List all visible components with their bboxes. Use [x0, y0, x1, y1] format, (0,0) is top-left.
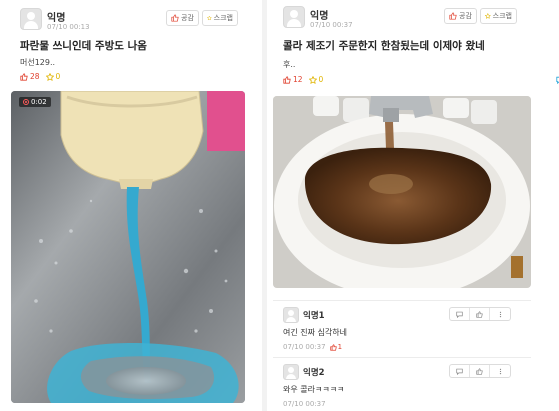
- scrap-button-label: 스크랩: [213, 14, 233, 22]
- comment-separator: [273, 357, 531, 358]
- post-body: 머선129..: [20, 58, 56, 67]
- scrap-count: 0: [45, 72, 60, 81]
- thumbs-up-icon: [171, 14, 179, 22]
- comment-separator: [273, 300, 531, 301]
- comment-text: 여긴 진짜 심각하네: [283, 328, 347, 337]
- post-author[interactable]: 익명: [47, 9, 65, 24]
- star-icon: [308, 75, 317, 84]
- scrap-button[interactable]: 스크랩: [480, 8, 517, 24]
- comment-like-button[interactable]: [470, 308, 490, 320]
- comment-author[interactable]: 익명1: [303, 309, 325, 321]
- thumbs-up-icon: [476, 310, 483, 318]
- thumbs-up-icon: [283, 75, 291, 84]
- more-icon: [499, 368, 501, 374]
- thumbs-up-icon: [449, 12, 457, 20]
- star-icon: [485, 13, 491, 19]
- comment-icon: [456, 311, 463, 318]
- like-count: 28: [20, 72, 40, 81]
- comment-actions: [449, 307, 511, 321]
- thumbs-up-icon: [329, 343, 337, 351]
- comment-actions: [449, 364, 511, 378]
- comment-more-button[interactable]: [490, 308, 510, 320]
- author-avatar[interactable]: [283, 6, 305, 28]
- comment-icon: [456, 368, 463, 375]
- reply-button[interactable]: [450, 308, 470, 320]
- thumbs-up-icon: [476, 367, 483, 375]
- comment-meta: 07/10 00:37 1: [283, 343, 342, 351]
- thumbs-up-icon: [20, 72, 28, 81]
- more-icon: [499, 311, 501, 317]
- like-button-label: 공감: [181, 14, 194, 22]
- comment-author[interactable]: 익명2: [303, 366, 325, 378]
- post-date: 07/10 00:37: [310, 21, 353, 29]
- post-image[interactable]: [273, 96, 531, 288]
- author-avatar[interactable]: [20, 8, 42, 30]
- like-button[interactable]: 공감: [444, 8, 477, 24]
- like-button-label: 공감: [459, 12, 472, 20]
- scrap-button[interactable]: 스크랩: [202, 10, 238, 26]
- scrap-count: 0: [308, 75, 323, 84]
- comment-like-button[interactable]: [470, 365, 490, 377]
- post-date: 07/10 00:13: [47, 23, 90, 31]
- record-icon: [23, 99, 29, 105]
- post-author[interactable]: 익명: [310, 7, 328, 22]
- comment-text: 와우 콜라ㅋㅋㅋㅋ: [283, 385, 345, 394]
- post-video[interactable]: 0:02: [11, 91, 245, 403]
- comment-date: 07/10 00:37: [283, 400, 326, 408]
- reply-button[interactable]: [450, 365, 470, 377]
- star-icon: [207, 15, 212, 21]
- sink-brown-water-image: [273, 96, 531, 288]
- comment-meta: 07/10 00:37: [283, 400, 326, 408]
- post-title: 파란물 쓰니인데 주방도 나옴: [20, 40, 147, 52]
- like-button[interactable]: 공감: [166, 10, 199, 26]
- sink-blue-water-image: [11, 91, 245, 403]
- post-stats: 12 9 0: [283, 75, 559, 84]
- post-title: 콜라 제조기 주문한지 한참됬는데 이제야 왔네: [283, 40, 485, 52]
- comment-date: 07/10 00:37: [283, 343, 326, 351]
- post-stats: 28 23 0: [20, 72, 313, 81]
- post-body: 후..: [283, 60, 296, 69]
- star-icon: [45, 72, 54, 81]
- video-timestamp: 0:02: [19, 97, 51, 107]
- comment-avatar[interactable]: [283, 307, 299, 323]
- scrap-button-label: 스크랩: [492, 12, 512, 20]
- comment-like-count: 1: [329, 343, 342, 351]
- comment-avatar[interactable]: [283, 364, 299, 380]
- comment-more-button[interactable]: [490, 365, 510, 377]
- like-count: 12: [283, 75, 303, 84]
